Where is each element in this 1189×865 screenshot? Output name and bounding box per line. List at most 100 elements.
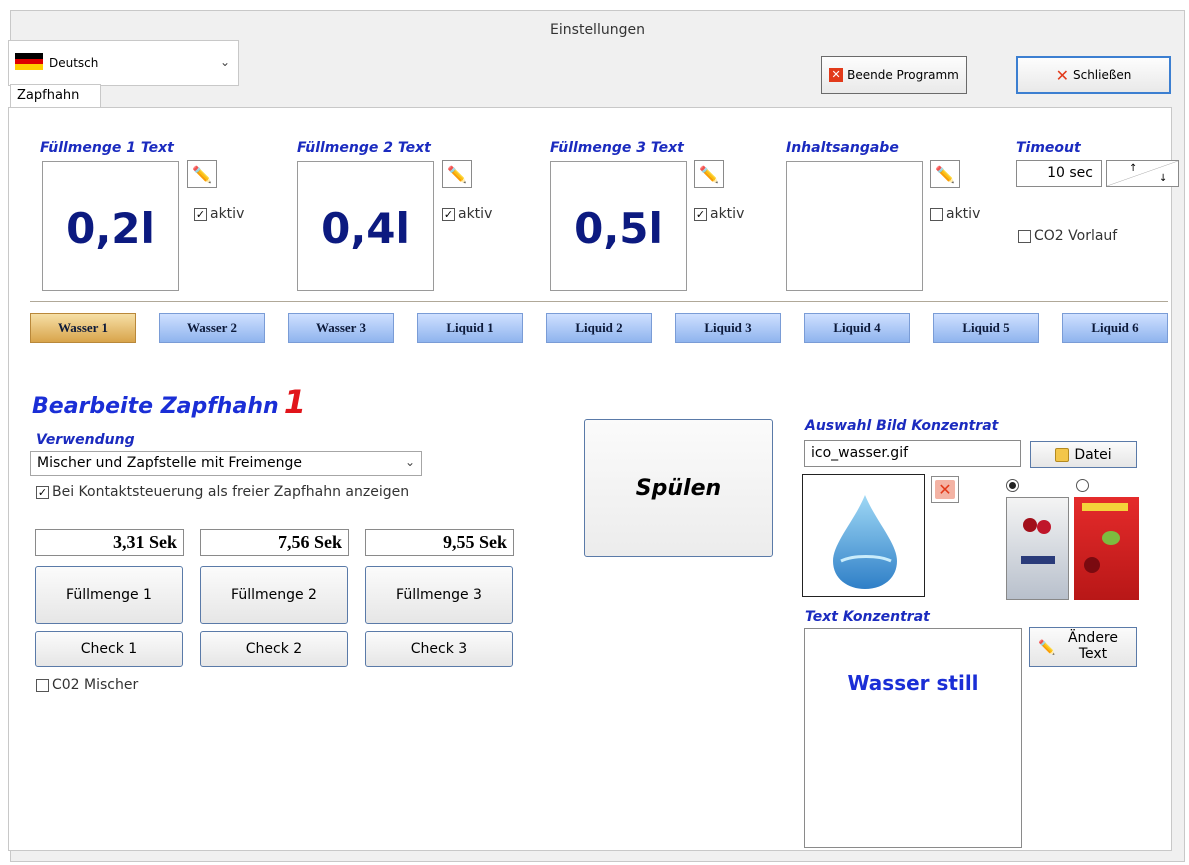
fill3-header: Füllmenge 3 Text: [550, 140, 684, 156]
checkbox-box: ✓: [194, 207, 207, 221]
change-text-label: Ändere Text: [1067, 630, 1118, 662]
separator: [30, 301, 1168, 302]
free-tap-label: Bei Kontaktsteuerung als freier Zapfhahn…: [52, 484, 410, 500]
check-2-button[interactable]: Check 2: [200, 631, 348, 667]
fill3-text-box[interactable]: 0,5l: [550, 161, 687, 291]
editor-title-text: Bearbeite Zapfhahn: [32, 394, 279, 419]
water-drop-icon: [833, 495, 897, 589]
fill1-active-checkbox[interactable]: ✓ aktiv: [194, 206, 244, 222]
fill3-active-label: aktiv: [710, 206, 745, 222]
chevron-down-icon: ⌄: [404, 455, 415, 469]
usage-value: Mischer und Zapfstelle mit Freimenge: [37, 455, 303, 471]
timeout-input[interactable]: 10 sec: [1016, 160, 1102, 187]
tap-button-wasser-2[interactable]: Wasser 2: [159, 313, 265, 343]
fill3-value: 0,5l: [574, 204, 663, 253]
edit-fill3-button[interactable]: ✏️: [694, 160, 724, 188]
tab-zapfhahn[interactable]: Zapfhahn: [10, 84, 101, 108]
cherry-bottle-thumbnail[interactable]: [1006, 497, 1069, 600]
close-button[interactable]: ✕ Schließen: [1016, 56, 1171, 94]
fill-amount-3-button[interactable]: Füllmenge 3: [365, 566, 513, 624]
time-fill-2: 7,56 Sek: [200, 529, 349, 556]
image-file-input[interactable]: ico_wasser.gif: [804, 440, 1021, 467]
editor-tap-number: 1: [283, 383, 306, 421]
checkbox-box: [36, 678, 49, 692]
close-icon: ✕: [1055, 65, 1069, 85]
tap-button-liquid-1[interactable]: Liquid 1: [417, 313, 523, 343]
tap-button-wasser-3[interactable]: Wasser 3: [288, 313, 394, 343]
fill2-text-box[interactable]: 0,4l: [297, 161, 434, 291]
file-button[interactable]: Datei: [1030, 441, 1137, 468]
close-label: Schließen: [1072, 68, 1132, 82]
content-header: Inhaltsangabe: [786, 140, 899, 156]
language-value: Deutsch: [49, 56, 99, 70]
content-active-checkbox[interactable]: aktiv: [930, 206, 980, 222]
pencil-icon: ✏️: [192, 164, 212, 184]
free-tap-checkbox[interactable]: ✓ Bei Kontaktsteuerung als freier Zapfhah…: [36, 484, 409, 500]
fill1-value: 0,2l: [66, 204, 155, 253]
text-header: Text Konzentrat: [805, 609, 930, 625]
fill1-text-box[interactable]: 0,2l: [42, 161, 179, 291]
close-icon: ✕: [829, 68, 844, 82]
edit-fill2-button[interactable]: ✏️: [442, 160, 472, 188]
timeout-header: Timeout: [1016, 140, 1081, 156]
thumbnail-radio-2[interactable]: [1076, 479, 1089, 492]
usage-header: Verwendung: [36, 432, 135, 448]
edit-content-button[interactable]: ✏️: [930, 160, 960, 188]
fill2-value: 0,4l: [321, 204, 410, 253]
arrow-up-icon[interactable]: ↑: [1129, 163, 1137, 174]
tap-button-liquid-4[interactable]: Liquid 4: [804, 313, 910, 343]
pencil-icon: ✏️: [935, 164, 955, 184]
checkbox-box: ✓: [36, 485, 49, 499]
cherry-icon: [1037, 520, 1051, 534]
concentrate-image: [802, 474, 925, 597]
time-fill-1: 3,31 Sek: [35, 529, 184, 556]
check-3-button[interactable]: Check 3: [365, 631, 513, 667]
fill-amount-1-button[interactable]: Füllmenge 1: [35, 566, 183, 624]
usage-select[interactable]: Mischer und Zapfstelle mit Freimenge ⌄: [30, 451, 422, 476]
cherry-icon: [1084, 557, 1100, 573]
thumbnail-radio-1[interactable]: [1006, 479, 1019, 492]
co2-preflow-checkbox[interactable]: CO2 Vorlauf: [1018, 228, 1117, 244]
radio-dot: [1009, 482, 1016, 489]
image-header: Auswahl Bild Konzentrat: [805, 418, 999, 434]
language-select[interactable]: Deutsch ⌄: [8, 40, 239, 86]
checkbox-box: ✓: [442, 207, 455, 221]
check-1-button[interactable]: Check 1: [35, 631, 183, 667]
tap-button-liquid-2[interactable]: Liquid 2: [546, 313, 652, 343]
cherry-icon: [1023, 518, 1037, 532]
pencil-icon: ✏️: [699, 164, 719, 184]
tap-button-liquid-6[interactable]: Liquid 6: [1062, 313, 1168, 343]
checkbox-box: ✓: [694, 207, 707, 221]
brand-logo-icon: [1082, 503, 1128, 511]
delete-image-button[interactable]: ✕: [931, 476, 959, 503]
pencil-icon: ✏️: [1038, 640, 1056, 656]
edit-fill1-button[interactable]: ✏️: [187, 160, 217, 188]
tap-button-liquid-5[interactable]: Liquid 5: [933, 313, 1039, 343]
co2-mixer-checkbox[interactable]: C02 Mischer: [36, 677, 138, 693]
content-active-label: aktiv: [946, 206, 981, 222]
end-program-label: Beende Programm: [847, 68, 959, 82]
file-button-label: Datei: [1074, 446, 1112, 463]
label-stripe: [1021, 556, 1055, 564]
content-text-box[interactable]: [786, 161, 923, 291]
folder-icon: [1055, 447, 1070, 462]
tap-button-liquid-3[interactable]: Liquid 3: [675, 313, 781, 343]
leaf-icon: [1102, 531, 1120, 545]
fill3-active-checkbox[interactable]: ✓ aktiv: [694, 206, 744, 222]
timeout-stepper[interactable]: ↑ ↓: [1106, 160, 1179, 187]
fill2-header: Füllmenge 2 Text: [297, 140, 431, 156]
end-program-button[interactable]: ✕ Beende Programm: [821, 56, 967, 94]
concentrate-text-box[interactable]: Wasser still: [804, 628, 1022, 848]
arrow-down-icon[interactable]: ↓: [1159, 173, 1167, 184]
editor-title: Bearbeite Zapfhahn 1: [32, 383, 306, 421]
checkbox-box: [1018, 229, 1031, 243]
germany-flag-icon: [15, 53, 43, 71]
fill1-active-label: aktiv: [210, 206, 245, 222]
flush-button[interactable]: Spülen: [584, 419, 773, 557]
change-text-button[interactable]: ✏️ Ändere Text: [1029, 627, 1137, 667]
powerbar-thumbnail[interactable]: [1074, 497, 1139, 600]
fill-amount-2-button[interactable]: Füllmenge 2: [200, 566, 348, 624]
fill2-active-checkbox[interactable]: ✓ aktiv: [442, 206, 492, 222]
checkbox-box: [930, 207, 943, 221]
tap-button-wasser-1[interactable]: Wasser 1: [30, 313, 136, 343]
